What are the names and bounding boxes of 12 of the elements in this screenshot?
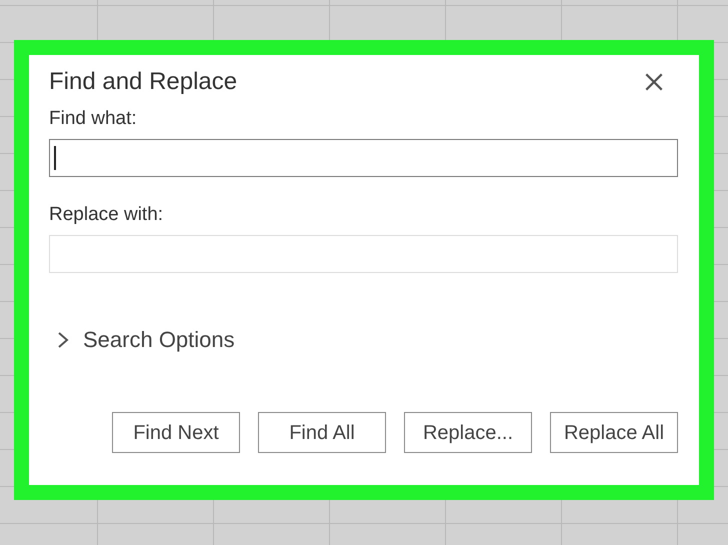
search-options-toggle[interactable]: Search Options xyxy=(49,323,235,356)
dialog-button[interactable]: Replace All xyxy=(550,412,678,453)
input-field[interactable] xyxy=(49,139,678,177)
dialog-title: Find and Replace xyxy=(49,67,238,97)
dialog-button[interactable]: Replace... xyxy=(404,412,532,453)
chevron-icon xyxy=(57,330,69,348)
close-icon[interactable] xyxy=(643,71,665,93)
field-label: Find what: xyxy=(49,107,138,131)
dialog-button[interactable]: Find Next xyxy=(112,412,240,453)
field-label: Replace with: xyxy=(49,203,164,227)
dialog-button[interactable]: Find All xyxy=(258,412,386,453)
text-cursor xyxy=(54,146,56,170)
